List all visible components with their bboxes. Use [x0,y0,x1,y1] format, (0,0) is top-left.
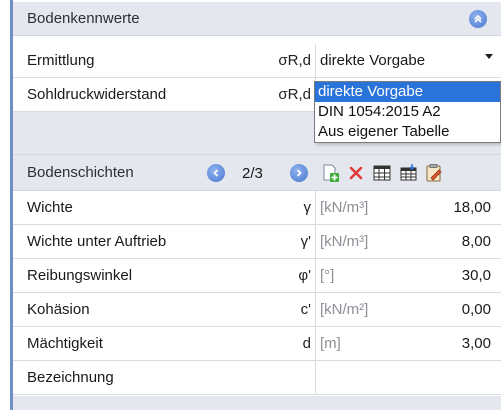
cohesion-value[interactable]: 0,00 [411,293,501,326]
friction-angle-symbol: φ' [298,267,311,284]
table-row: Kohäsion c' [kN/m²] 0,00 [13,293,501,327]
thickness-value[interactable]: 3,00 [411,327,501,360]
determination-row: Ermittlung σR,d direkte Vorgabe [13,44,501,78]
determination-dropdown-list: direkte Vorgabe DIN 1054:2015 A2 Aus eig… [314,81,501,143]
thickness-symbol: d [302,335,311,352]
dropdown-option-direct[interactable]: direkte Vorgabe [315,82,500,102]
buoyant-weight-symbol: γ' [300,233,311,250]
delete-layer-icon[interactable] [345,162,367,184]
cohesion-label: Kohäsion [27,301,90,318]
chevron-down-icon[interactable] [485,54,493,59]
friction-angle-unit: [°] [315,259,411,292]
bottom-strip [13,396,501,410]
cohesion-unit: [kN/m²] [315,293,411,326]
unit-weight-value[interactable]: 18,00 [411,191,501,224]
soil-layers-title: Bodenschichten [27,164,134,181]
prev-layer-button[interactable] [207,160,225,186]
designation-value[interactable] [315,361,501,394]
buoyant-weight-value[interactable]: 8,00 [411,225,501,258]
thickness-unit: [m] [315,327,411,360]
layer-pager: 2/3 [242,164,263,182]
determination-select[interactable]: direkte Vorgabe [315,44,501,77]
dropdown-option-din[interactable]: DIN 1054:2015 A2 [315,102,500,122]
dropdown-option-own-table[interactable]: Aus eigener Tabelle [315,122,500,142]
bearing-resistance-symbol: σR,d [278,86,311,103]
next-layer-button[interactable] [290,160,308,186]
table-row: Mächtigkeit d [m] 3,00 [13,327,501,361]
determination-select-value: direkte Vorgabe [320,52,426,69]
friction-angle-label: Reibungswinkel [27,267,133,284]
bearing-resistance-label: Sohldruckwiderstand [27,86,167,103]
thickness-label: Mächtigkeit [27,335,103,352]
arrow-left-icon[interactable] [207,164,225,182]
table-import-icon[interactable] [397,162,419,184]
buoyant-weight-label: Wichte unter Auftrieb [27,233,167,250]
arrow-right-icon[interactable] [290,164,308,182]
unit-weight-symbol: γ [303,199,312,216]
table-row: Wichte unter Auftrieb γ' [kN/m³] 8,00 [13,225,501,259]
cohesion-symbol: c' [300,301,311,318]
designation-label: Bezeichnung [27,369,114,386]
table-row: Reibungswinkel φ' [°] 30,0 [13,259,501,293]
unit-weight-unit: [kN/m³] [315,191,411,224]
collapse-up-icon[interactable] [469,10,487,28]
table-icon[interactable] [371,162,393,184]
edit-clipboard-icon[interactable] [423,162,445,184]
unit-weight-label: Wichte [27,199,73,216]
property-panel: Bodenkennwerte Ermittlung σR,d direkte V… [10,0,501,410]
determination-label: Ermittlung [27,52,95,69]
table-row: Bezeichnung [13,361,501,395]
buoyant-weight-unit: [kN/m³] [315,225,411,258]
soil-properties-header[interactable]: Bodenkennwerte [13,2,501,36]
friction-angle-value[interactable]: 30,0 [411,259,501,292]
soil-properties-title: Bodenkennwerte [27,10,140,27]
table-row: Wichte γ [kN/m³] 18,00 [13,191,501,225]
determination-symbol: σR,d [278,52,311,69]
add-layer-icon[interactable] [319,162,341,184]
